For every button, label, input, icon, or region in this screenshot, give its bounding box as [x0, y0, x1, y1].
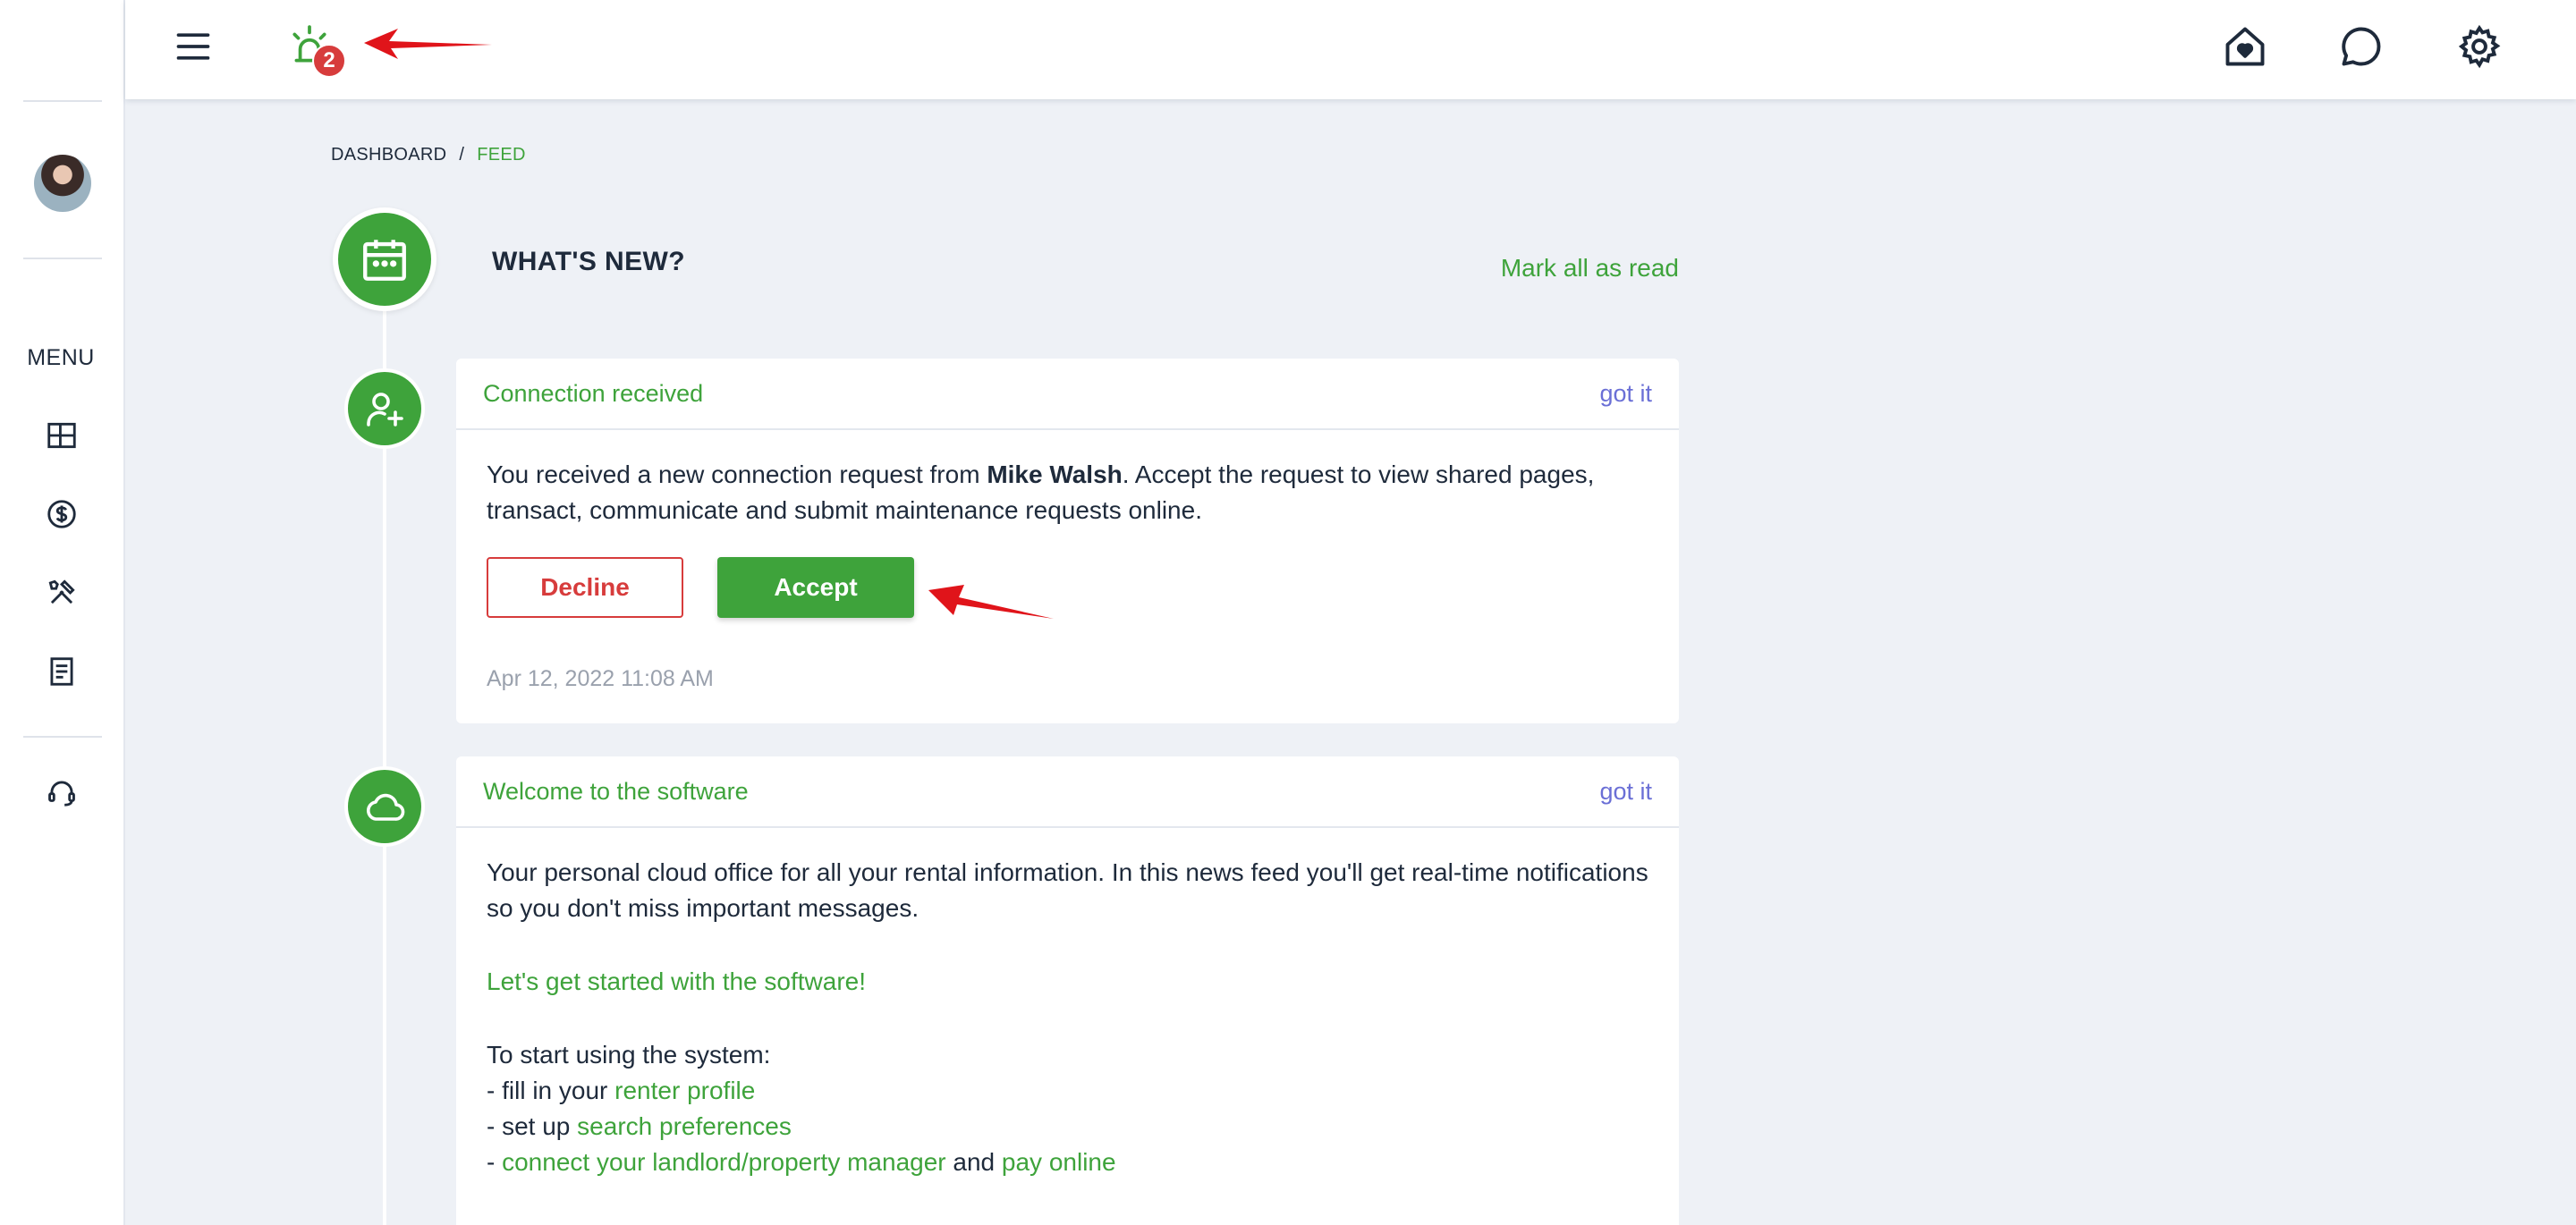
- notification-badge: 2: [312, 44, 346, 78]
- pay-online-link[interactable]: pay online: [1002, 1148, 1116, 1176]
- list-item: - fill in your renter profile: [487, 1073, 1648, 1109]
- card-title: Welcome to the software: [483, 777, 749, 805]
- timeline-marker: [344, 368, 425, 449]
- search-preferences-link[interactable]: search preferences: [577, 1112, 792, 1140]
- dollar-icon[interactable]: [43, 495, 80, 533]
- get-started-text: Let's get started with the software!: [487, 967, 867, 995]
- list-item-text: and: [945, 1148, 1002, 1176]
- breadcrumb-dashboard[interactable]: DASHBOARD: [331, 145, 446, 165]
- welcome-intro: Your personal cloud office for all your …: [487, 858, 1648, 922]
- feed-card-connection: Connection received got it You received …: [456, 359, 1679, 723]
- breadcrumb-current: FEED: [477, 145, 526, 165]
- menu-label: MENU: [27, 345, 95, 370]
- renter-profile-link[interactable]: renter profile: [614, 1077, 755, 1104]
- sidebar-divider: [23, 736, 102, 738]
- timestamp: Apr 12, 2022 11:08 AM: [487, 666, 714, 691]
- gear-icon[interactable]: [2456, 23, 2503, 70]
- list-item-text: - set up: [487, 1112, 578, 1140]
- list-item-text: -: [487, 1148, 503, 1176]
- got-it-link[interactable]: got it: [1599, 778, 1652, 806]
- dashboard-icon[interactable]: [43, 417, 80, 454]
- avatar[interactable]: [34, 155, 91, 212]
- breadcrumb-separator: /: [459, 145, 465, 165]
- support-headset-icon[interactable]: [43, 773, 80, 811]
- sidebar: MENU: [0, 0, 125, 1225]
- got-it-link[interactable]: got it: [1599, 380, 1652, 408]
- start-heading: To start using the system:: [487, 1041, 771, 1069]
- cloud-icon: [367, 793, 405, 821]
- card-message: You received a new connection request fr…: [487, 457, 1648, 528]
- page-title: WHAT'S NEW?: [492, 247, 685, 276]
- sidebar-divider: [23, 258, 102, 259]
- list-item: - connect your landlord/property manager…: [487, 1145, 1648, 1180]
- sidebar-divider: [23, 100, 102, 102]
- tools-icon[interactable]: [43, 574, 80, 612]
- home-heart-icon[interactable]: [2222, 23, 2268, 70]
- menu-icon[interactable]: [174, 27, 213, 66]
- connect-landlord-link[interactable]: connect your landlord/property manager: [502, 1148, 946, 1176]
- mark-all-read-link[interactable]: Mark all as read: [1501, 254, 1679, 283]
- chat-icon[interactable]: [2338, 23, 2385, 70]
- breadcrumb: DASHBOARD / FEED: [331, 145, 526, 165]
- top-bar: 2: [125, 0, 2576, 99]
- requester-name: Mike Walsh: [987, 460, 1123, 488]
- add-user-icon: [367, 393, 403, 427]
- accept-button[interactable]: Accept: [717, 557, 914, 618]
- document-icon[interactable]: [43, 653, 80, 690]
- timeline-header-marker: [333, 207, 436, 311]
- calendar-icon: [363, 240, 406, 281]
- card-title: Connection received: [483, 379, 704, 407]
- timeline-marker: [344, 766, 425, 847]
- message-text: You received a new connection request fr…: [487, 460, 987, 488]
- feed-card-welcome: Welcome to the software got it Your pers…: [456, 756, 1679, 1225]
- list-item: - set up search preferences: [487, 1109, 1648, 1145]
- list-item-text: - fill in your: [487, 1077, 615, 1104]
- decline-button[interactable]: Decline: [487, 557, 683, 618]
